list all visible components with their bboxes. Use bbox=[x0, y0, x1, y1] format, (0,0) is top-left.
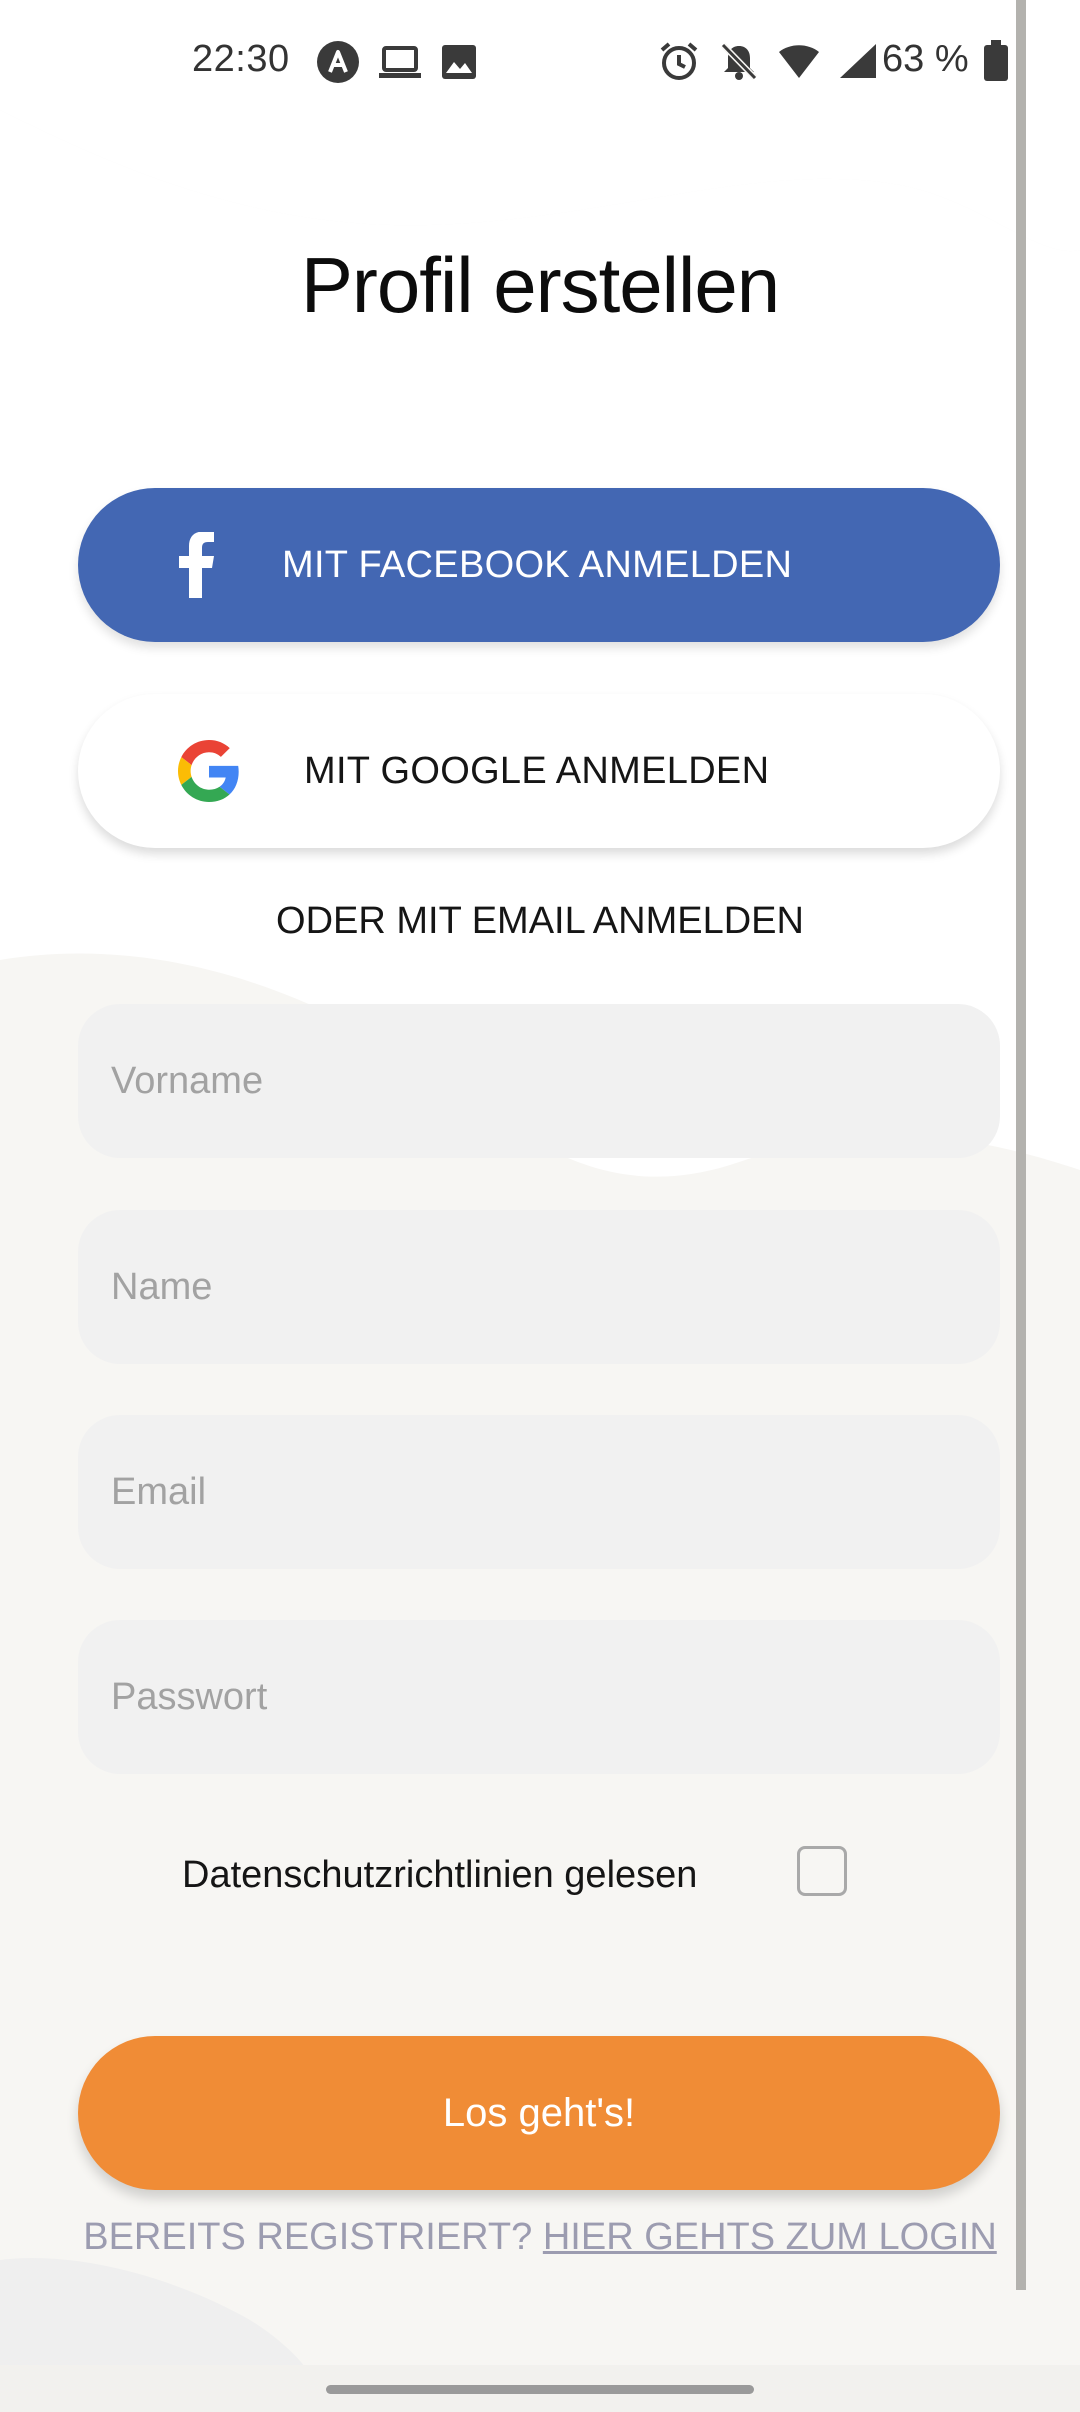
password-input[interactable] bbox=[78, 1620, 1000, 1774]
gesture-navigation-handle[interactable] bbox=[326, 2385, 754, 2394]
email-input[interactable] bbox=[78, 1415, 1000, 1569]
scroll-indicator[interactable] bbox=[1016, 0, 1026, 2290]
submit-button[interactable]: Los geht's! bbox=[78, 2036, 1000, 2190]
battery-icon bbox=[983, 40, 1009, 87]
page-title: Profil erstellen bbox=[300, 241, 780, 329]
privacy-label: Datenschutzrichtlinien gelesen bbox=[182, 1854, 698, 1896]
status-left-icons bbox=[316, 40, 478, 89]
already-registered-text: BEREITS REGISTRIERT? bbox=[83, 2216, 533, 2258]
login-link[interactable]: HIER GEHTS ZUM LOGIN bbox=[543, 2216, 997, 2258]
facebook-login-label: MIT FACEBOOK ANMELDEN bbox=[282, 544, 793, 586]
status-bar: 22:30 63 % bbox=[0, 0, 1080, 124]
email-signup-divider-text: ODER MIT EMAIL ANMELDEN bbox=[276, 900, 804, 942]
bell-muted-icon bbox=[718, 40, 760, 87]
status-right-icons bbox=[658, 40, 878, 87]
status-time: 22:30 bbox=[192, 38, 290, 80]
privacy-checkbox[interactable] bbox=[797, 1846, 847, 1896]
privacy-consent-row: Datenschutzrichtlinien gelesen bbox=[0, 1840, 1080, 1910]
last-name-input[interactable] bbox=[78, 1210, 1000, 1364]
facebook-icon bbox=[176, 531, 216, 603]
login-prompt: BEREITS REGISTRIERT? HIER GEHTS ZUM LOGI… bbox=[0, 2216, 1080, 2259]
google-icon bbox=[178, 740, 240, 807]
wifi-icon bbox=[778, 42, 820, 85]
facebook-login-button[interactable]: MIT FACEBOOK ANMELDEN bbox=[78, 488, 1000, 642]
laptop-icon bbox=[378, 42, 422, 87]
first-name-input[interactable] bbox=[78, 1004, 1000, 1158]
alarm-icon bbox=[658, 40, 700, 87]
google-login-label: MIT GOOGLE ANMELDEN bbox=[304, 750, 770, 792]
google-login-button[interactable]: MIT GOOGLE ANMELDEN bbox=[78, 694, 1000, 848]
battery-percentage: 63 % bbox=[882, 38, 969, 80]
image-icon bbox=[440, 43, 478, 86]
app-notification-icon bbox=[316, 40, 360, 89]
signal-icon bbox=[838, 42, 878, 85]
